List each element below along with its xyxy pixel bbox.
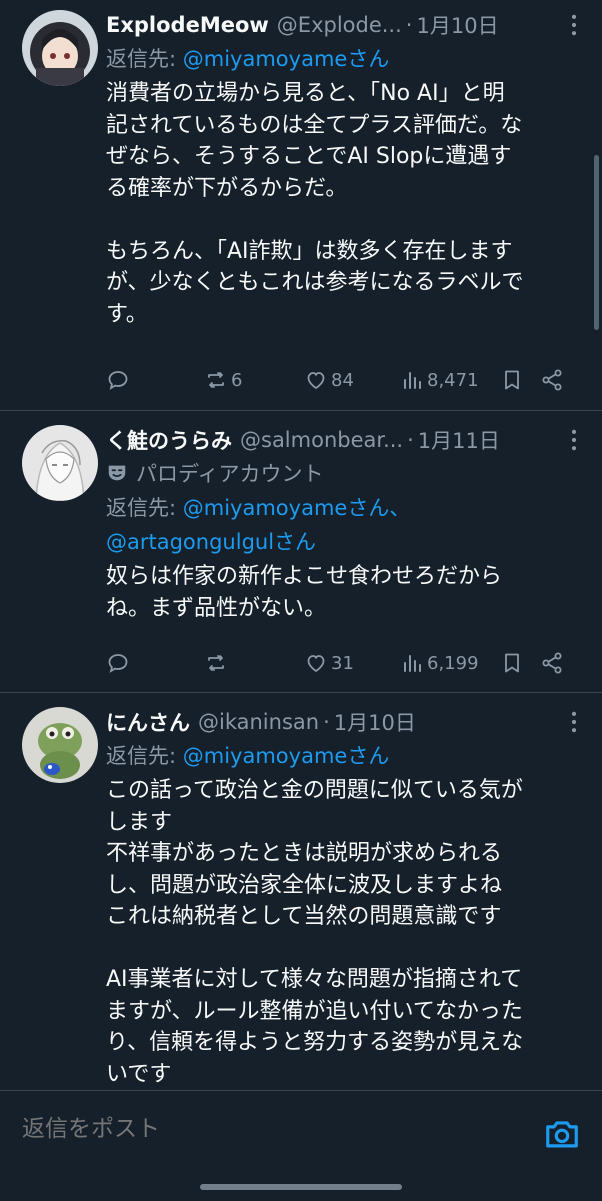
- retweet-button[interactable]: 6: [204, 368, 304, 392]
- display-name[interactable]: ExplodeMeow: [106, 13, 269, 37]
- more-icon[interactable]: [560, 426, 588, 454]
- reply-prefix: 返信先:: [106, 496, 183, 520]
- like-icon: [307, 372, 325, 390]
- like-button[interactable]: 84: [304, 368, 400, 392]
- display-name[interactable]: く鮭のうらみ: [106, 425, 232, 455]
- bookmark-button[interactable]: [500, 651, 540, 675]
- separator-dot: ·: [407, 428, 414, 452]
- post-date[interactable]: 1月10日: [416, 10, 498, 40]
- reply-icon: [108, 371, 128, 390]
- camera-icon[interactable]: [543, 1115, 581, 1153]
- tweet[interactable]: ExplodeMeow @Explode... · 1月10日 返信先: @mi…: [0, 0, 602, 411]
- bookmark-icon: [505, 653, 519, 673]
- user-handle[interactable]: @Explode...: [277, 13, 402, 37]
- retweet-button[interactable]: [204, 651, 304, 675]
- mention-link[interactable]: @miyamoyameさん、: [183, 496, 411, 520]
- action-bar: 31 6,199: [106, 646, 592, 680]
- display-name[interactable]: にんさん: [106, 707, 190, 737]
- view-count: 8,471: [427, 369, 479, 391]
- like-count: 31: [331, 652, 354, 674]
- retweet-icon: [208, 372, 224, 388]
- reply-button[interactable]: [106, 651, 204, 675]
- views-button[interactable]: 6,199: [400, 651, 500, 675]
- reply-to-line: 返信先: @miyamoyameさん: [106, 739, 588, 773]
- share-icon: [542, 369, 562, 391]
- reply-feed: ExplodeMeow @Explode... · 1月10日 返信先: @mi…: [0, 0, 602, 1090]
- home-indicator[interactable]: [200, 1184, 402, 1190]
- more-icon[interactable]: [560, 708, 588, 736]
- reply-button[interactable]: [106, 368, 204, 392]
- action-bar: 6 84 8,471: [106, 363, 592, 397]
- avatar[interactable]: [22, 10, 98, 86]
- separator-dot: ·: [405, 13, 413, 37]
- like-button[interactable]: 31: [304, 651, 400, 675]
- reply-input[interactable]: [20, 1115, 504, 1143]
- more-icon[interactable]: [560, 11, 588, 39]
- retweet-icon: [208, 655, 224, 671]
- bookmark-icon: [505, 370, 519, 390]
- views-button[interactable]: 8,471: [400, 368, 500, 392]
- user-handle[interactable]: @salmonbear...: [240, 428, 403, 452]
- tweet[interactable]: にんさん @ikaninsan · 1月10日 返信先: @miyamoyame…: [0, 693, 602, 1090]
- separator-dot: ·: [323, 710, 330, 734]
- reply-icon: [108, 654, 128, 673]
- reply-prefix: 返信先:: [106, 744, 183, 768]
- user-handle[interactable]: @ikaninsan: [198, 710, 319, 734]
- view-count: 6,199: [427, 652, 479, 674]
- post-date[interactable]: 1月11日: [418, 425, 500, 455]
- parody-mask-icon: [108, 465, 126, 481]
- reply-to-line: 返信先: @miyamoyameさん: [106, 42, 588, 76]
- views-icon: [404, 372, 421, 389]
- reply-to-line: 返信先: @miyamoyameさん、 @artagongulgulさん: [106, 491, 588, 559]
- like-count: 84: [331, 369, 354, 391]
- share-button[interactable]: [540, 368, 570, 392]
- tweet-text: 消費者の立場から見ると、「No AI」と明 記されているものは全てプラス評価だ。…: [106, 81, 524, 327]
- parody-label-text: パロディアカウント: [136, 462, 324, 486]
- parody-label: パロディアカウント: [106, 457, 588, 491]
- reply-prefix: 返信先:: [106, 47, 183, 71]
- scrollbar[interactable]: [594, 155, 599, 330]
- share-icon: [542, 652, 562, 674]
- tweet[interactable]: く鮭のうらみ @salmonbear... · 1月11日 パロディアカウント …: [0, 411, 602, 693]
- avatar[interactable]: [22, 425, 98, 501]
- views-icon: [404, 655, 421, 672]
- mention-link[interactable]: @artagongulgulさん: [106, 530, 316, 554]
- post-date[interactable]: 1月10日: [334, 707, 416, 737]
- retweet-count: 6: [231, 369, 243, 391]
- share-button[interactable]: [540, 651, 570, 675]
- tweet-text: 奴らは作家の新作よこせ食わせろだから ね。まず品性がない。: [106, 564, 503, 621]
- mention-link[interactable]: @miyamoyameさん: [183, 744, 390, 768]
- like-icon: [307, 655, 325, 673]
- bookmark-button[interactable]: [500, 368, 540, 392]
- mention-link[interactable]: @miyamoyameさん: [183, 47, 390, 71]
- tweet-text: この話って政治と金の問題に似ている気が します 不祥事があったときは説明が求めら…: [106, 778, 524, 1087]
- avatar[interactable]: [22, 707, 98, 783]
- reply-composer: [0, 1090, 602, 1201]
